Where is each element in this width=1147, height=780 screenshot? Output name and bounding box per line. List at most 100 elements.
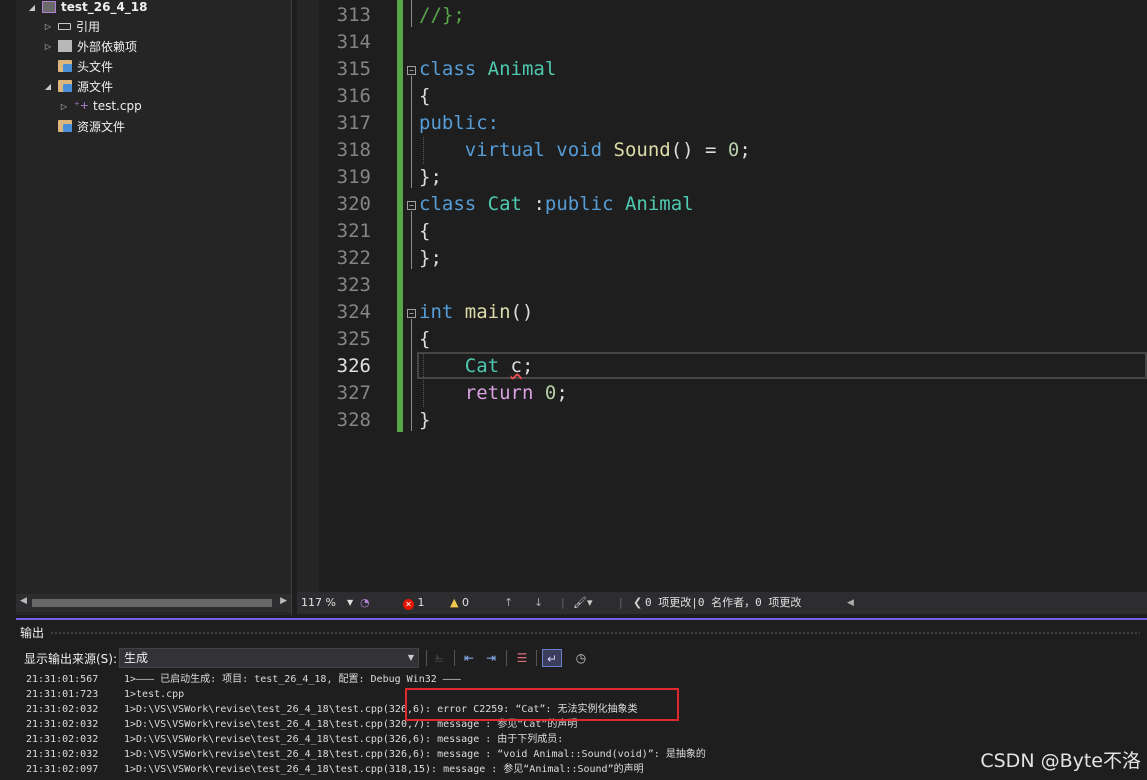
function-name: Sound <box>613 139 671 161</box>
output-timestamp: 21:31:02:032 <box>26 704 99 715</box>
watermark: CSDN @Byte不洛 <box>980 750 1141 772</box>
line-number: 325 <box>336 328 371 350</box>
separator <box>506 650 507 666</box>
previous-message-icon[interactable]: ⇤ <box>460 649 478 667</box>
clear-all-icon[interactable]: ☰ <box>513 649 531 667</box>
output-title: 输出 <box>20 626 45 640</box>
panel-grip[interactable] <box>50 631 1140 635</box>
punct: () <box>510 301 534 323</box>
number: 0 <box>727 139 740 161</box>
external-deps-label: 外部依赖项 <box>77 39 138 54</box>
fold-guide <box>411 76 412 188</box>
chevron-left-icon[interactable]: ❮ <box>633 592 642 614</box>
intellicode-icon[interactable]: ◔ <box>360 592 370 614</box>
tree-item-project[interactable]: ◢ test_26_4_18 <box>26 0 148 17</box>
test-cpp-label: test.cpp <box>93 99 142 113</box>
separator: | <box>619 596 623 609</box>
punct: : <box>533 193 545 215</box>
tree-item-source-files[interactable]: ◢ 源文件 <box>42 76 113 96</box>
code-line-315: class Animal <box>419 56 556 83</box>
code-line-319: }; <box>419 164 442 191</box>
keyword: void <box>556 139 603 161</box>
collapsed-arrow-icon[interactable]: ▷ <box>42 42 54 51</box>
output-text: 1>D:\VS\VSWork\revise\test_26_4_18\test.… <box>124 749 706 760</box>
explorer-gutter <box>0 0 16 615</box>
keyword: class <box>419 58 477 80</box>
expanded-arrow-icon[interactable]: ◢ <box>26 3 38 12</box>
code-line-326: Cat c; <box>419 353 534 380</box>
output-source-value: 生成 <box>124 651 149 665</box>
tree-item-resource-files[interactable]: 资源文件 <box>54 116 125 136</box>
warning-icon: ▲ <box>450 596 459 609</box>
scrollbar-thumb[interactable] <box>32 599 272 607</box>
next-issue-down-icon[interactable]: ↓ <box>534 592 543 614</box>
code-editor[interactable]: 313 314 315 316 317 318 319 320 321 322 … <box>297 0 1147 592</box>
output-line: 21:31:02:032 1>D:\VS\VSWork\revise\test_2… <box>26 747 706 762</box>
error-count[interactable]: ✕ 1 <box>403 592 425 614</box>
next-message-icon[interactable]: ⇥ <box>482 649 500 667</box>
zoom-level[interactable]: 117 % <box>301 592 336 614</box>
keyword: int <box>419 301 454 323</box>
punct: ; <box>556 382 568 404</box>
word-wrap-icon[interactable]: ↵ <box>542 649 562 667</box>
scroll-left-icon[interactable]: ◀ <box>847 592 854 614</box>
brace: } <box>419 409 431 431</box>
type-name: Animal <box>487 58 557 80</box>
output-timestamp: 21:31:02:032 <box>26 734 99 745</box>
line-number: 318 <box>336 139 371 161</box>
output-source-select[interactable]: 生成 ▼ <box>119 648 419 668</box>
line-number: 313 <box>336 4 371 26</box>
code-line-318: virtual void Sound() = 0; <box>419 137 751 164</box>
keyword: public <box>544 193 614 215</box>
scroll-left-icon[interactable]: ◀ <box>20 596 27 606</box>
next-issue-up-icon[interactable]: ↑ <box>504 592 513 614</box>
timestamp-clock-icon[interactable]: ◷ <box>572 649 590 667</box>
warning-count[interactable]: ▲ 0 <box>450 592 469 614</box>
line-number: 327 <box>336 382 371 404</box>
zoom-dropdown-icon[interactable]: ▼ <box>347 592 353 614</box>
code-line-322: }; <box>419 245 442 272</box>
scroll-right-icon[interactable]: ▶ <box>280 596 287 606</box>
tree-item-external-deps[interactable]: ▷ 外部依赖项 <box>42 36 137 56</box>
fold-guide <box>411 211 412 269</box>
collapse-icon[interactable]: − <box>407 66 416 75</box>
collapse-icon[interactable]: − <box>407 201 416 210</box>
output-text: 1>test.cpp <box>124 689 185 700</box>
chevron-down-icon[interactable]: ▼ <box>408 649 414 667</box>
code-line-317: public: <box>419 110 499 137</box>
tree-item-references[interactable]: ▷ 引用 <box>42 16 100 36</box>
separator <box>426 650 427 666</box>
output-timestamp: 21:31:02:032 <box>26 749 99 760</box>
project-label: test_26_4_18 <box>61 0 148 14</box>
find-message-icon[interactable]: ⎁ <box>430 649 448 667</box>
error-icon: ✕ <box>403 599 414 610</box>
tree-item-test-cpp[interactable]: ▷ ⁺+ test.cpp <box>58 96 142 116</box>
project-icon <box>42 1 56 13</box>
brace: { <box>419 85 431 107</box>
expanded-arrow-icon[interactable]: ◢ <box>42 82 54 91</box>
number: 0 <box>544 382 557 404</box>
fold-guide <box>411 0 412 27</box>
brace: { <box>419 220 431 242</box>
source-files-label: 源文件 <box>77 79 114 94</box>
brace: }; <box>419 166 442 188</box>
tree-item-header-files[interactable]: 头文件 <box>54 56 113 76</box>
editor-margin <box>297 0 319 592</box>
comment: //}; <box>419 4 465 26</box>
explorer-horizontal-scrollbar[interactable]: ◀ ▶ <box>16 594 291 612</box>
brace: }; <box>419 247 442 269</box>
code-line-327: return 0; <box>419 380 568 407</box>
code-cleanup-icon[interactable]: 🖌▾ <box>573 592 593 614</box>
line-number: 320 <box>336 193 371 215</box>
code-line-321: { <box>419 218 430 245</box>
separator <box>536 650 537 666</box>
codelens-changes[interactable]: 0 项更改|0 名作者，0 项更改 <box>645 592 801 614</box>
line-number: 319 <box>336 166 371 188</box>
output-line: 21:31:01:567 1>——— 已启动生成: 项目: test_26_4_1… <box>26 672 461 687</box>
collapsed-arrow-icon[interactable]: ▷ <box>58 102 70 111</box>
function-name: main <box>464 301 511 323</box>
type-name: Animal <box>624 193 694 215</box>
type-name: Cat <box>464 355 500 377</box>
collapsed-arrow-icon[interactable]: ▷ <box>42 22 54 31</box>
collapse-icon[interactable]: − <box>407 309 416 318</box>
